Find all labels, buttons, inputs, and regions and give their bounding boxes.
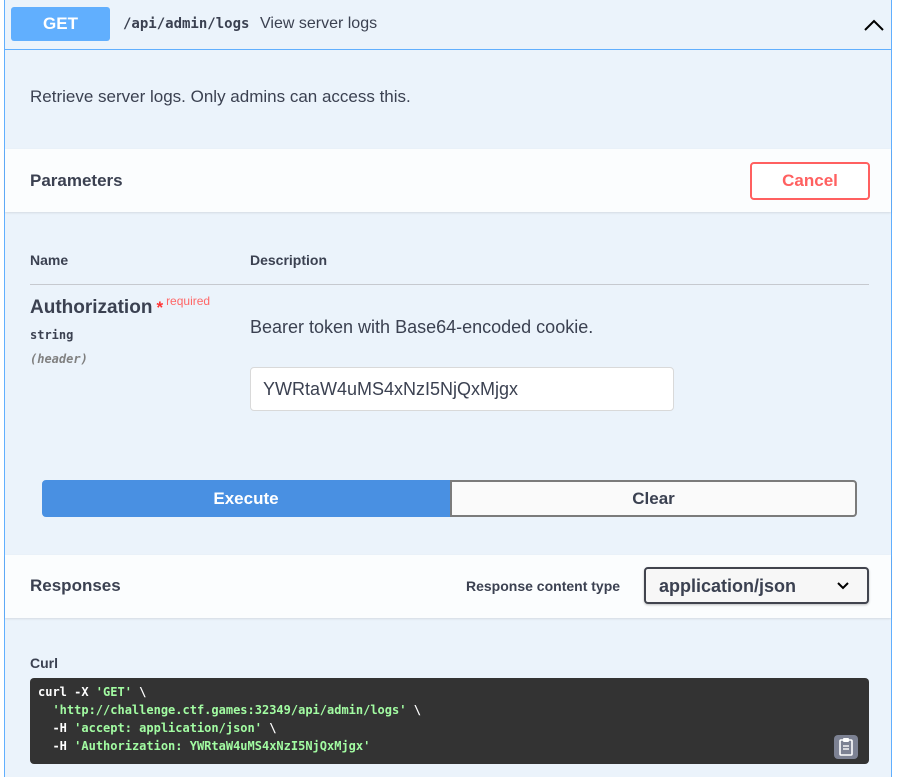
copy-to-clipboard-button[interactable] [834, 735, 858, 759]
parameters-title: Parameters [30, 171, 123, 190]
clear-button[interactable]: Clear [450, 480, 857, 517]
curl-line-end: \ [131, 685, 147, 699]
curl-string: 'Authorization: YWRtaW4uMS4xNzI5NjQxMjgx… [74, 739, 371, 753]
parameters-header: Parameters Cancel [5, 149, 891, 212]
clipboard-icon [839, 738, 853, 756]
curl-line: -H 'accept: application/json' \ [38, 721, 276, 735]
chevron-up-icon[interactable] [861, 12, 887, 38]
summary-description: View server logs [260, 15, 378, 32]
required-label: required [166, 294, 211, 308]
column-header-name: Name [30, 252, 69, 268]
curl-line: curl -X 'GET' \ [38, 685, 146, 699]
response-content-type-label: Response content type [466, 578, 621, 594]
operation-description: Retrieve server logs. Only admins can ac… [30, 87, 411, 106]
curl-code-block: curl -X 'GET' \ 'http://challenge.ctf.ga… [30, 678, 869, 764]
parameter-location: (header) [30, 352, 88, 366]
curl-cmd: curl -X [38, 685, 96, 699]
curl-string: 'GET' [95, 685, 132, 699]
column-header-description: Description [250, 252, 328, 268]
curl-string: 'http://challenge.ctf.games:32349/api/ad… [52, 703, 407, 717]
operation-summary[interactable]: GET /api/admin/logs View server logs [5, 0, 891, 50]
cancel-button[interactable]: Cancel [750, 162, 870, 200]
curl-label: Curl [30, 655, 58, 671]
required-star: * [156, 298, 164, 317]
curl-cmd: -H [52, 721, 75, 735]
parameter-name: Authorization * required [30, 294, 211, 319]
curl-line: -H 'Authorization: YWRtaW4uMS4xNzI5NjQxM… [38, 739, 370, 753]
curl-line-end: \ [406, 703, 421, 717]
curl-string: 'accept: application/json' [74, 721, 262, 735]
table-divider [30, 284, 869, 285]
method-badge: GET [11, 7, 110, 41]
response-content-type-select[interactable]: application/json [644, 567, 869, 604]
operation-block: GET /api/admin/logs View server logs Ret… [4, 0, 892, 777]
chevron-down-icon [837, 582, 849, 590]
parameter-description: Bearer token with Base64-encoded cookie. [250, 317, 594, 337]
responses-title: Responses [30, 576, 121, 595]
curl-line: 'http://challenge.ctf.games:32349/api/ad… [38, 703, 421, 717]
authorization-input[interactable] [250, 367, 674, 411]
curl-cmd: -H [52, 739, 75, 753]
parameter-name-label: Authorization [30, 297, 153, 318]
response-content-type-value: application/json [659, 576, 797, 596]
parameter-type: string [30, 328, 74, 342]
curl-line-end: \ [261, 721, 277, 735]
execute-wrapper: Execute Clear [42, 480, 857, 517]
execute-button[interactable]: Execute [42, 480, 450, 517]
endpoint-path: /api/admin/logs [123, 16, 250, 32]
